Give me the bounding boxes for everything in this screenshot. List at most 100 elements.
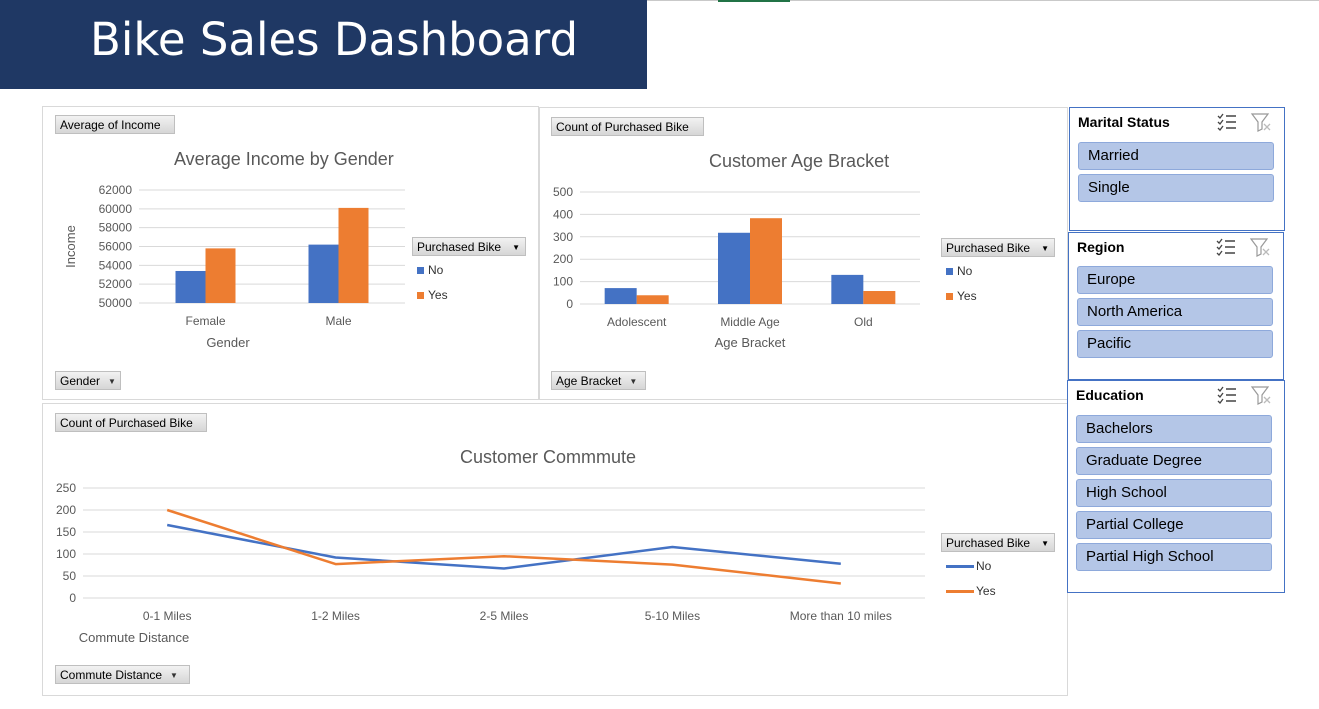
bar-no: [831, 274, 864, 304]
bar-no: [718, 232, 750, 304]
legend-label-yes: Yes: [976, 584, 996, 598]
slicer-title: Region: [1077, 239, 1125, 255]
y-tick-label: 100: [553, 275, 573, 289]
slicer-item-partial-high-school[interactable]: Partial High School: [1076, 543, 1272, 571]
legend-swatch-yes: [417, 292, 424, 300]
axis-field-label: Gender: [60, 374, 101, 388]
age-chart-panel[interactable]: Count of Purchased Bike Customer Age Bra…: [539, 107, 1068, 400]
bar-no: [604, 288, 637, 304]
legend-swatch-no: [946, 268, 953, 276]
x-tick-label: 5-10 Miles: [645, 609, 700, 623]
slicer-title: Marital Status: [1078, 114, 1170, 130]
multi-select-icon[interactable]: [1216, 385, 1238, 405]
bar-yes: [205, 248, 236, 303]
dropdown-arrow-icon[interactable]: ▼: [108, 372, 116, 391]
income-chart-plot: 62000 60000 58000 56000 54000 52000 50000 Femal…: [63, 183, 405, 350]
line-yes: [166, 508, 841, 585]
x-tick-label: Old: [854, 315, 873, 329]
slicer-item-married[interactable]: Married: [1078, 142, 1274, 170]
bar-no: [308, 244, 339, 303]
bar-yes: [338, 207, 369, 303]
value-field-label: Count of Purchased Bike: [556, 120, 689, 134]
chart-legend: Purchased Bike ▼ No Yes: [412, 237, 526, 302]
legend-item-no: No: [417, 263, 443, 277]
legend-swatch-no: [417, 267, 424, 275]
axis-field-button[interactable]: Gender ▼: [55, 371, 121, 390]
slicer-item-graduate-degree[interactable]: Graduate Degree: [1076, 447, 1272, 475]
y-tick-label: 200: [553, 252, 573, 266]
multi-select-icon[interactable]: [1215, 237, 1237, 257]
x-tick-label: 0-1 Miles: [143, 609, 192, 623]
bar-no: [175, 270, 206, 303]
value-field-button[interactable]: Count of Purchased Bike: [55, 413, 207, 432]
value-field-button[interactable]: Average of Income: [55, 115, 175, 134]
x-axis-title: Gender: [206, 335, 250, 350]
education-slicer[interactable]: Education Bachelors Graduate Degree High…: [1067, 380, 1285, 593]
y-tick-label: 56000: [99, 240, 133, 254]
bar-yes: [636, 295, 669, 304]
y-tick-label: 150: [56, 525, 76, 539]
legend-item-yes: Yes: [946, 289, 977, 303]
value-field-button[interactable]: Count of Purchased Bike: [551, 117, 704, 136]
commute-chart-plot: 250 200 150 100 50 0 0-1 Miles 1-2 Miles 2-5 Mil…: [56, 481, 925, 645]
slicer-item-pacific[interactable]: Pacific: [1077, 330, 1273, 358]
legend-field-label: Purchased Bike: [946, 536, 1031, 550]
x-tick-label: More than 10 miles: [790, 609, 892, 623]
region-slicer[interactable]: Region Europe North America Pacific: [1068, 232, 1284, 380]
commute-chart-panel[interactable]: Count of Purchased Bike Customer Commmut…: [42, 403, 1068, 696]
active-tab-indicator: [718, 0, 790, 2]
chart-legend: Purchased Bike ▼ No Yes: [941, 533, 1055, 598]
slicer-item-north-america[interactable]: North America: [1077, 298, 1273, 326]
y-tick-label: 52000: [99, 277, 133, 291]
marital-status-slicer[interactable]: Marital Status Married Single: [1069, 107, 1285, 231]
x-tick-label: Female: [185, 314, 225, 328]
clear-filter-icon[interactable]: [1250, 385, 1272, 405]
legend-label-yes: Yes: [957, 289, 977, 303]
slicer-item-europe[interactable]: Europe: [1077, 266, 1273, 294]
dropdown-arrow-icon[interactable]: ▼: [1041, 534, 1049, 553]
dropdown-arrow-icon[interactable]: ▼: [1041, 239, 1049, 258]
bar-yes: [750, 218, 782, 304]
slicer-item-single[interactable]: Single: [1078, 174, 1274, 202]
axis-field-button[interactable]: Age Bracket ▼: [551, 371, 646, 390]
slicer-title: Education: [1076, 387, 1144, 403]
y-axis-title: Income: [63, 225, 78, 268]
x-tick-label: Male: [325, 314, 351, 328]
legend-field-label: Purchased Bike: [417, 240, 502, 254]
y-tick-label: 50000: [99, 296, 133, 310]
y-tick-label: 50: [63, 569, 77, 583]
y-tick-label: 60000: [99, 202, 133, 216]
dropdown-arrow-icon[interactable]: ▼: [170, 666, 178, 685]
slicer-item-partial-college[interactable]: Partial College: [1076, 511, 1272, 539]
value-field-label: Average of Income: [60, 118, 161, 132]
legend-label-no: No: [957, 264, 973, 278]
multi-select-icon[interactable]: [1216, 112, 1238, 132]
x-tick-label: 2-5 Miles: [480, 609, 529, 623]
legend-field-button[interactable]: Purchased Bike ▼: [412, 237, 526, 256]
y-tick-label: 54000: [99, 258, 133, 272]
clear-filter-icon[interactable]: [1250, 112, 1272, 132]
slicer-item-high-school[interactable]: High School: [1076, 479, 1272, 507]
income-chart-panel[interactable]: Average of Income Average Income by Gend…: [42, 106, 539, 400]
dropdown-arrow-icon[interactable]: ▼: [512, 238, 520, 257]
y-tick-label: 0: [69, 591, 76, 605]
chart-title: Customer Commmute: [460, 447, 637, 467]
legend-field-button[interactable]: Purchased Bike ▼: [941, 533, 1055, 552]
clear-filter-icon[interactable]: [1249, 237, 1271, 257]
slicer-item-bachelors[interactable]: Bachelors: [1076, 415, 1272, 443]
chart-title: Average Income by Gender: [174, 149, 394, 169]
legend-field-button[interactable]: Purchased Bike ▼: [941, 238, 1055, 257]
y-tick-label: 250: [56, 481, 76, 495]
legend-item-no: No: [946, 264, 972, 278]
age-chart-plot: 500 400 300 200 100 0 Adolescent Middle Age Old A…: [553, 185, 920, 350]
dropdown-arrow-icon[interactable]: ▼: [629, 372, 637, 391]
axis-field-button[interactable]: Commute Distance ▼: [55, 665, 190, 684]
chart-title: Customer Age Bracket: [709, 151, 890, 171]
legend-item-no: No: [946, 559, 991, 573]
y-tick-label: 300: [553, 230, 573, 244]
y-tick-label: 0: [566, 297, 573, 311]
legend-swatch-yes: [946, 590, 974, 594]
axis-field-label: Age Bracket: [556, 374, 622, 388]
dashboard-banner: Bike Sales Dashboard: [0, 0, 647, 89]
legend-label-yes: Yes: [428, 288, 448, 302]
